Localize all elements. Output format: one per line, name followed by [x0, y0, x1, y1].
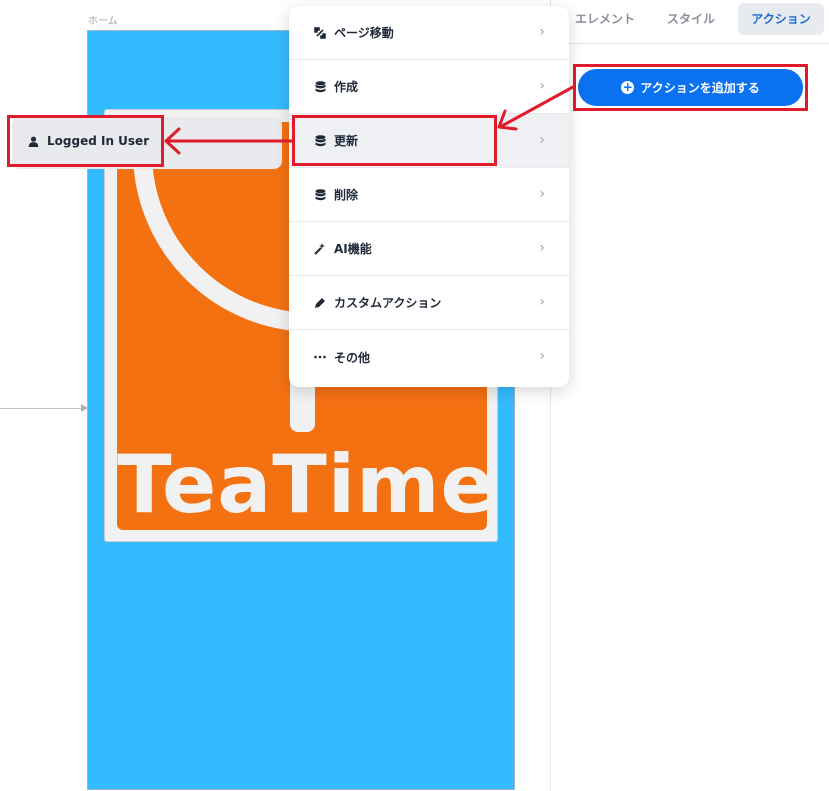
menu-item-label: 削除	[334, 188, 359, 202]
chevron-right-icon: ›	[539, 78, 545, 94]
tab-style[interactable]: スタイル	[659, 3, 723, 35]
logged-in-user-label: Logged In User	[47, 134, 150, 148]
more-icon	[314, 351, 326, 363]
chevron-right-icon: ›	[539, 294, 545, 310]
chevron-right-icon: ›	[539, 132, 545, 148]
page-label: ホーム	[88, 16, 118, 27]
menu-item-label: AI機能	[334, 242, 372, 256]
menu-item-delete[interactable]: 削除 ›	[289, 168, 569, 222]
menu-item-ai[interactable]: AI機能 ›	[289, 222, 569, 276]
add-action-label: アクションを追加する	[640, 81, 760, 95]
chevron-right-icon: ›	[539, 24, 545, 40]
add-action-button[interactable]: + アクションを追加する	[578, 69, 803, 106]
database-icon	[314, 188, 326, 201]
update-highlight	[292, 115, 497, 166]
menu-item-label: 作成	[334, 80, 359, 94]
chevron-right-icon: ›	[539, 348, 545, 364]
brand-text: TeaTime	[117, 438, 487, 530]
menu-item-label: その他	[334, 350, 371, 365]
action-menu: ページ移動 › 作成 › 更新 › 削除 › AI機能 › カスタムアクション …	[289, 6, 569, 387]
chevron-right-icon: ›	[539, 186, 545, 202]
menu-item-label: ページ移動	[334, 26, 394, 40]
menu-item-page-navigate[interactable]: ページ移動 ›	[289, 6, 569, 60]
chevron-right-icon: ›	[539, 240, 545, 256]
panel-tabs: エレメント スタイル アクション	[551, 0, 829, 44]
plus-circle-icon: +	[621, 80, 635, 94]
tab-action[interactable]: アクション	[738, 3, 824, 35]
tab-element[interactable]: エレメント	[570, 3, 640, 35]
menu-item-label: カスタムアクション	[334, 296, 442, 310]
user-icon	[28, 136, 39, 147]
database-icon	[314, 80, 326, 93]
logged-in-user-chip[interactable]: Logged In User	[7, 115, 164, 167]
sparkle-icon	[314, 242, 326, 255]
pen-icon	[314, 297, 326, 309]
menu-item-other[interactable]: その他 ›	[289, 330, 569, 384]
menu-item-create[interactable]: 作成 ›	[289, 60, 569, 114]
connector-line	[0, 408, 82, 409]
menu-item-custom-action[interactable]: カスタムアクション ›	[289, 276, 569, 330]
navigate-icon	[314, 26, 326, 39]
right-panel: エレメント スタイル アクション	[550, 0, 829, 791]
